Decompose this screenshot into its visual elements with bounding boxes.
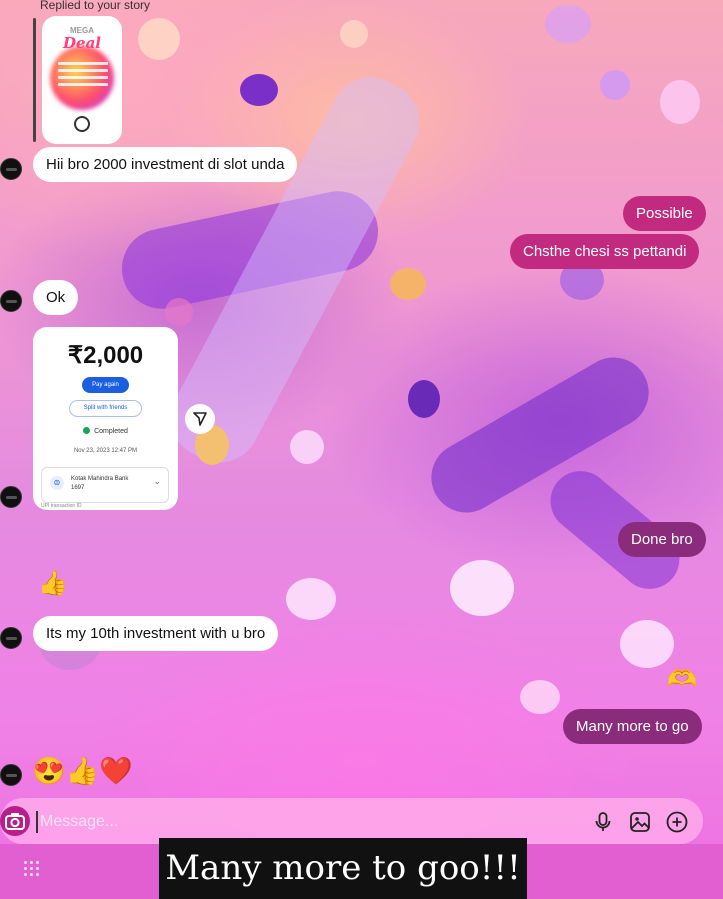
status-dot-icon: [83, 427, 91, 434]
message-outgoing[interactable]: Chsthe chesi ss pettandi: [510, 234, 700, 269]
story-title: Deal: [63, 34, 101, 52]
payment-amount: ₹2,000: [67, 342, 144, 369]
message-outgoing[interactable]: Done bro: [618, 522, 706, 557]
story-reply-label: Replied to your story: [40, 0, 151, 12]
avatar[interactable]: [0, 627, 22, 649]
message-input[interactable]: [36, 811, 536, 833]
confetti: [660, 80, 700, 124]
avatar[interactable]: [0, 764, 22, 786]
reaction-thumbs-up[interactable]: 👍: [38, 572, 68, 596]
avatar[interactable]: [0, 158, 22, 180]
transaction-id-label: UPI transaction ID: [41, 503, 82, 509]
message-incoming[interactable]: Ok: [33, 280, 79, 315]
camera-icon: [5, 813, 25, 830]
microphone-icon[interactable]: [591, 810, 615, 834]
chevron-down-icon: ⌄: [153, 476, 161, 486]
camera-button[interactable]: [0, 806, 30, 836]
confetti: [600, 70, 630, 100]
payment-status: Completed: [33, 427, 178, 435]
message-outgoing[interactable]: Possible: [623, 196, 706, 231]
story-rows: [58, 62, 108, 90]
payment-date: Nov 23, 2023 12:47 PM: [73, 448, 138, 454]
confetti: [286, 578, 336, 620]
confetti: [390, 268, 426, 300]
avatar[interactable]: [0, 290, 22, 312]
bank-name: Kotak Mahindra Bank 1697: [71, 476, 129, 491]
background-ribbon: [418, 344, 662, 526]
story-logo: [74, 116, 90, 132]
pay-again-button: Pay again: [82, 377, 129, 393]
background-ribbon: [114, 183, 386, 317]
apps-grid-icon[interactable]: [24, 861, 40, 877]
confetti: [290, 430, 324, 464]
story-reply-bar: [33, 18, 36, 142]
payment-status-text: Completed: [94, 428, 128, 435]
share-icon: [193, 412, 207, 426]
message-outgoing[interactable]: Many more to go: [563, 709, 702, 744]
gallery-icon[interactable]: [628, 810, 652, 834]
share-button[interactable]: [185, 404, 215, 434]
message-emojis[interactable]: 😍👍❤️: [32, 758, 133, 785]
bank-account-box: ⊜ Kotak Mahindra Bank 1697 ⌄: [41, 467, 169, 503]
confetti: [450, 560, 514, 616]
confetti: [165, 298, 193, 326]
confetti: [520, 680, 560, 714]
bank-icon: ⊜: [50, 476, 64, 490]
message-incoming[interactable]: Hii bro 2000 investment di slot unda: [33, 147, 298, 182]
payment-screenshot-card[interactable]: ₹2,000 Pay again Split with friends Comp…: [33, 327, 178, 510]
add-icon[interactable]: [665, 810, 689, 834]
confetti: [240, 74, 278, 106]
story-thumbnail[interactable]: MEGA Deal: [42, 16, 122, 144]
confetti: [620, 620, 674, 668]
video-caption: Many more to goo!!!: [159, 838, 527, 899]
confetti: [340, 20, 368, 48]
confetti: [408, 380, 440, 418]
split-with-friends-button: Split with friends: [69, 400, 142, 417]
message-incoming[interactable]: Its my 10th investment with u bro: [33, 616, 279, 651]
reaction-heart-hands[interactable]: 🫶: [667, 668, 697, 692]
confetti: [138, 18, 180, 60]
avatar[interactable]: [0, 486, 22, 508]
confetti: [545, 5, 591, 43]
